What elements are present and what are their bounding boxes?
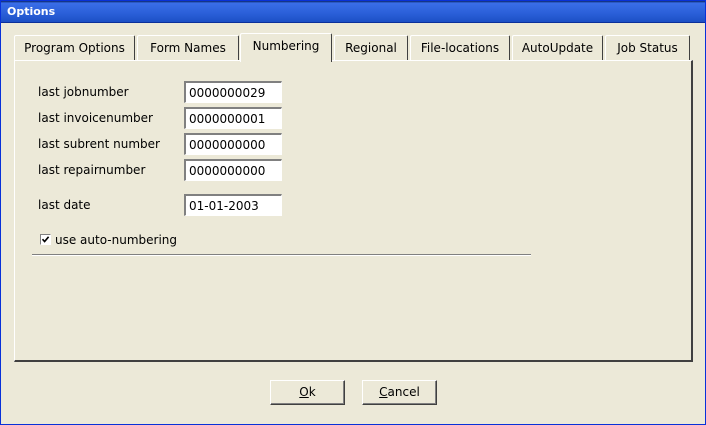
tab-form-names[interactable]: Form Names — [137, 35, 239, 60]
auto-numbering-checkbox[interactable] — [40, 234, 51, 245]
tab-strip: Program Options Form Names Numbering Reg… — [1, 33, 706, 62]
tab-job-status[interactable]: Job Status — [605, 35, 690, 60]
cancel-button[interactable]: Cancel — [362, 380, 437, 405]
last-date-label: last date — [38, 198, 91, 212]
last-subrent-number-field[interactable] — [184, 133, 282, 155]
auto-numbering-label[interactable]: use auto-numbering — [55, 233, 177, 247]
checkmark-icon — [41, 236, 50, 243]
title-bar[interactable]: Options — [1, 1, 705, 23]
tab-autoupdate[interactable]: AutoUpdate — [512, 35, 603, 60]
separator-line — [32, 254, 531, 256]
window-title: Options — [7, 5, 56, 18]
cancel-button-accelerator: C — [379, 385, 388, 399]
last-invoicenumber-field[interactable] — [184, 107, 282, 129]
last-invoicenumber-label: last invoicenumber — [38, 111, 153, 125]
cancel-button-label: ancel — [387, 385, 420, 399]
ok-button-accelerator: O — [299, 385, 309, 399]
last-subrent-number-label: last subrent number — [38, 137, 160, 151]
tab-program-options[interactable]: Program Options — [14, 35, 135, 60]
numbering-panel: last jobnumber last invoicenumber last s… — [14, 60, 693, 362]
tab-regional[interactable]: Regional — [334, 35, 408, 60]
last-repairnumber-label: last repairnumber — [38, 163, 146, 177]
tab-numbering[interactable]: Numbering — [240, 33, 332, 62]
last-repairnumber-field[interactable] — [184, 159, 282, 181]
tab-file-locations[interactable]: File-locations — [410, 35, 510, 60]
last-date-field[interactable] — [184, 194, 282, 216]
ok-button-label: k — [308, 385, 316, 399]
last-jobnumber-field[interactable] — [184, 81, 282, 103]
last-jobnumber-label: last jobnumber — [38, 85, 129, 99]
options-dialog: Options Program Options Form Names Numbe… — [0, 0, 706, 425]
ok-button[interactable]: Ok — [270, 380, 345, 405]
